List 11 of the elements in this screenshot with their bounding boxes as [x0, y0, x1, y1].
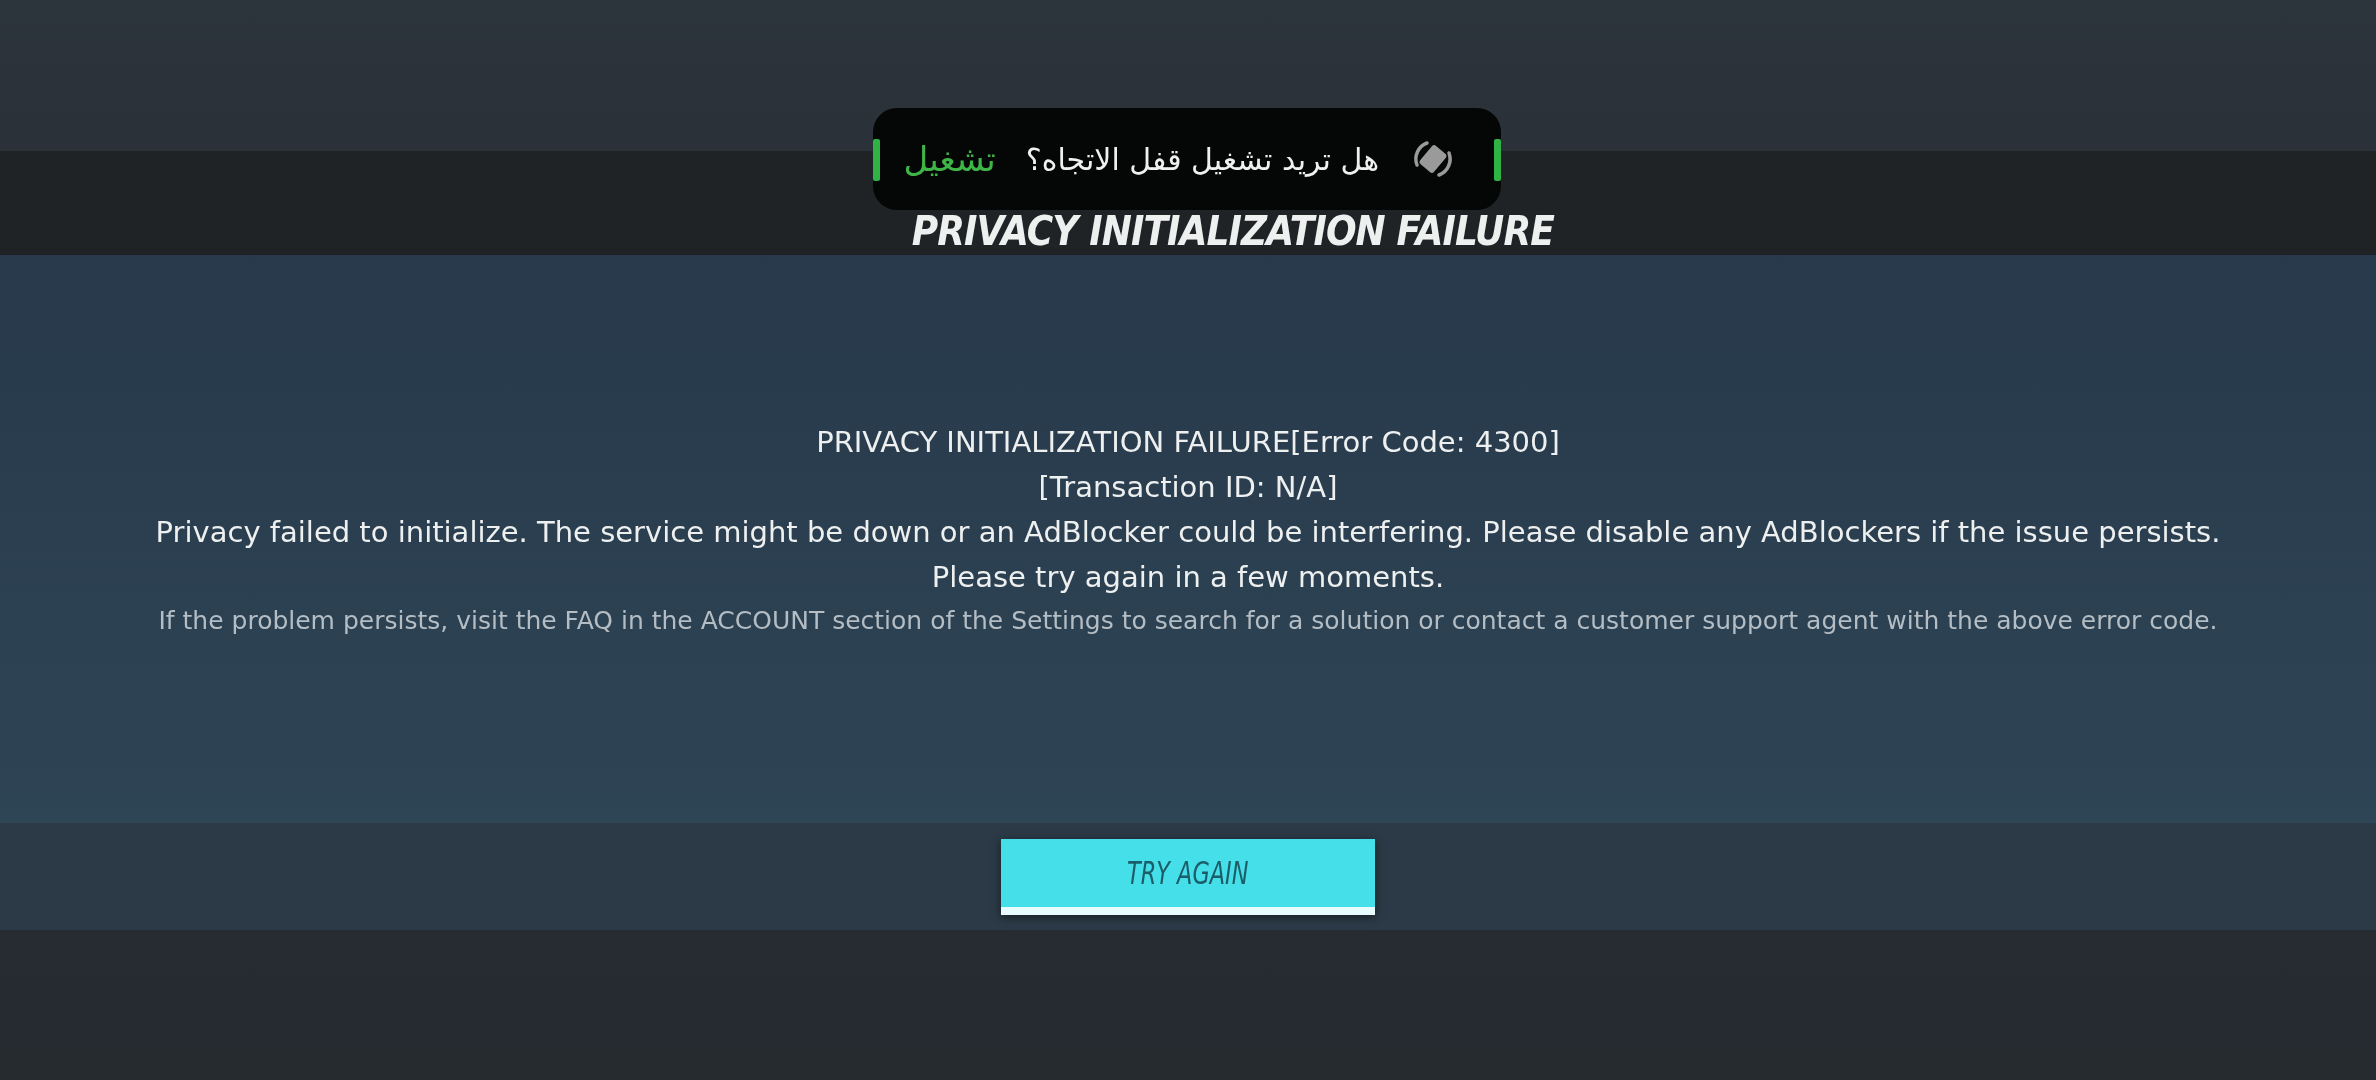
error-description: Privacy failed to initialize. The service might be down or an AdBlocker could be interfering. Please disable any AdBlockers if the issue persists. — [155, 513, 2221, 551]
try-again-button[interactable]: TRY AGAIN — [1001, 838, 1375, 915]
transaction-id: [Transaction ID: N/A] — [1038, 468, 1338, 506]
toast-message: هل تريد تشغيل قفل الاتجاه؟ — [1025, 141, 1379, 177]
toast-edge-bar — [1494, 139, 1501, 181]
help-text: If the problem persists, visit the FAQ in the ACCOUNT section of the Settings to search for a solution or contact a customer support agent with the above error code. — [158, 605, 2218, 635]
retry-hint: Please try again in a few moments. — [931, 558, 1445, 596]
error-heading: PRIVACY INITIALIZATION FAILURE[Error Code: 4300] — [816, 423, 1560, 461]
turn-on-link[interactable]: تشغيل — [903, 139, 996, 179]
page-title: PRIVACY INITIALIZATION FAILURE — [911, 211, 1555, 251]
toast-edge-bar — [873, 139, 880, 181]
